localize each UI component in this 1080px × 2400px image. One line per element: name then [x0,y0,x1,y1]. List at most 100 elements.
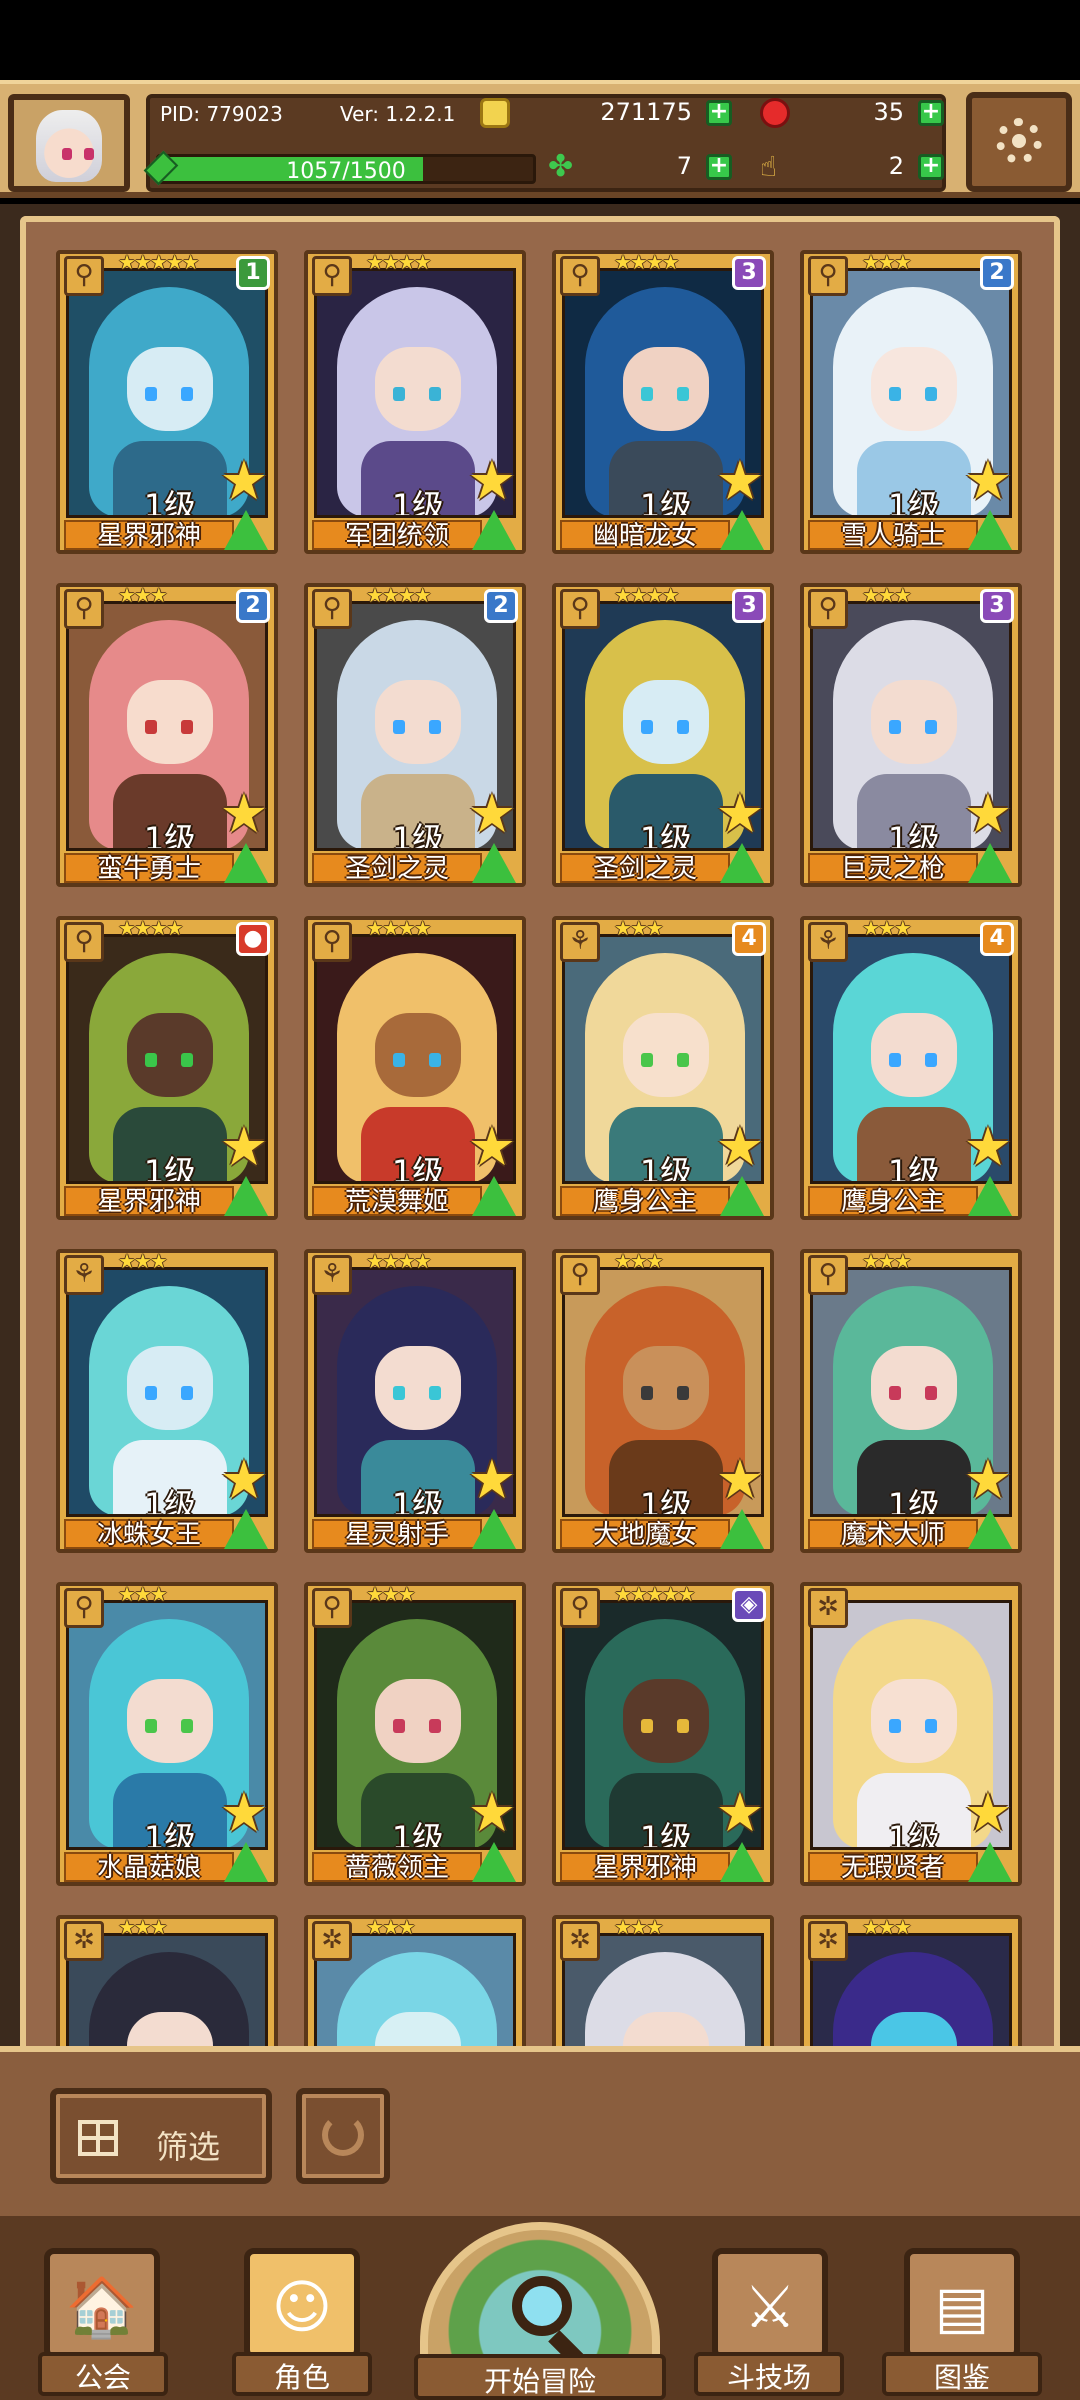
star-upgrade-icon[interactable]: ★ [962,454,1014,508]
hero-card[interactable]: 1级 ⚲ ★★★★ 3 ★ 幽暗龙女 [552,250,774,554]
level-up-arrow-icon[interactable] [968,1176,1012,1216]
level-up-arrow-icon[interactable] [472,1842,516,1882]
star-upgrade-icon[interactable]: ★ [466,1786,518,1840]
gem-value: 35 [873,98,904,126]
boost-value: 2 [888,152,904,180]
level-up-arrow-icon[interactable] [224,1509,268,1549]
hero-rank-badge: 2 [980,256,1014,290]
hero-rank-badge: 4 [980,922,1014,956]
hero-card[interactable]: 1级 ⚲ ★★★ 2 ★ 雪人骑士 [800,250,1022,554]
hero-stars: ★★★ [862,916,912,940]
hero-face [375,680,461,764]
level-up-arrow-icon[interactable] [472,843,516,883]
refresh-button[interactable] [296,2088,390,2184]
hero-card[interactable]: ✲ ★★★ [552,1915,774,2046]
star-upgrade-icon[interactable]: ★ [218,1120,270,1174]
level-up-arrow-icon[interactable] [224,843,268,883]
nav-start-adventure[interactable]: 开始冒险 [414,2222,666,2400]
hero-card[interactable]: 1级 ⚲ ★★★ ★ 大地魔女 [552,1249,774,1553]
hero-card[interactable]: 1级 ⚲ ★★★★ ★ 军团统领 [304,250,526,554]
hero-card[interactable]: 1级 ⚲ ★★★★ ★ 荒漠舞姬 [304,916,526,1220]
star-upgrade-icon[interactable]: ★ [962,1453,1014,1507]
star-upgrade-icon[interactable]: ★ [714,1453,766,1507]
hero-card[interactable]: 1级 ⚘ ★★★★ ★ 星灵射手 [304,1249,526,1553]
star-upgrade-icon[interactable]: ★ [218,787,270,841]
level-up-arrow-icon[interactable] [968,510,1012,550]
hero-face [871,1346,957,1430]
add-gold-button[interactable]: + [706,100,732,126]
hero-card[interactable]: 1级 ⚘ ★★★ 4 ★ 鹰身公主 [800,916,1022,1220]
hero-name-plate: 鹰身公主 [808,1186,978,1216]
gold-counter: 271175 + [480,94,736,132]
level-up-arrow-icon[interactable] [472,1176,516,1216]
hero-name-plate: 军团统领 [312,520,482,550]
star-upgrade-icon[interactable]: ★ [218,1786,270,1840]
hero-card[interactable]: 1级 ⚲ ★★★★ 3 ★ 圣剑之灵 [552,583,774,887]
hero-name: 星界邪神 [592,1853,697,1883]
level-up-arrow-icon[interactable] [720,1842,764,1882]
level-up-arrow-icon[interactable] [224,1842,268,1882]
player-avatar[interactable] [8,94,130,192]
hero-card[interactable]: ✲ ★★★ [800,1915,1022,2046]
hero-card[interactable]: 1级 ✲ ★ 无瑕贤者 [800,1582,1022,1886]
hero-eye [641,387,653,401]
level-up-arrow-icon[interactable] [720,1176,764,1216]
star-upgrade-icon[interactable]: ★ [466,1453,518,1507]
star-upgrade-icon[interactable]: ★ [218,454,270,508]
hero-name: 冰蛛女王 [96,1520,201,1550]
hero-card[interactable]: ✲ ★★★ [56,1915,278,2046]
add-clover-button[interactable]: + [706,154,732,180]
add-gems-button[interactable]: + [918,100,944,126]
hero-eye [393,720,405,734]
hero-card[interactable]: 1级 ⚲ ★★★★ ● ★ 星界邪神 [56,916,278,1220]
star-upgrade-icon[interactable]: ★ [466,787,518,841]
star-upgrade-icon[interactable]: ★ [714,1120,766,1174]
hero-name: 大地魔女 [592,1520,697,1550]
nav-characters-label: 角色 [273,2361,330,2394]
star-upgrade-icon[interactable]: ★ [714,787,766,841]
star-upgrade-icon[interactable]: ★ [218,1453,270,1507]
hero-card[interactable]: 1级 ⚲ ★★★ ★ 蔷薇领主 [304,1582,526,1886]
weapon-type-icon: ✲ [808,1921,848,1961]
hero-card[interactable]: 1级 ⚲ ★★★ ★ 水晶菇娘 [56,1582,278,1886]
hero-card[interactable]: 1级 ⚲ ★★★ ★ 魔术大师 [800,1249,1022,1553]
level-up-arrow-icon[interactable] [224,1176,268,1216]
nav-arena[interactable]: ⚔ 斗技场 [694,2248,844,2396]
level-up-arrow-icon[interactable] [968,843,1012,883]
level-up-arrow-icon[interactable] [472,1509,516,1549]
star-upgrade-icon[interactable]: ★ [962,1120,1014,1174]
hero-name: 荒漠舞姬 [344,1187,449,1217]
star-upgrade-icon[interactable]: ★ [466,454,518,508]
filter-button[interactable]: 筛选 [50,2088,272,2184]
hero-rank-badge: ◈ [732,1588,766,1622]
hero-card[interactable]: 1级 ⚲ ★★★ 2 ★ 蛮牛勇士 [56,583,278,887]
level-up-arrow-icon[interactable] [472,510,516,550]
hero-card[interactable]: ✲ ★★★ [304,1915,526,2046]
hero-card[interactable]: 1级 ⚲ ★★★★★ 1 ★ 星界邪神 [56,250,278,554]
nav-codex[interactable]: ▤ 图鉴 [882,2248,1042,2396]
settings-button[interactable] [966,92,1072,192]
weapon-type-icon: ⚲ [312,256,352,296]
star-upgrade-icon[interactable]: ★ [466,1120,518,1174]
add-boost-button[interactable]: + [918,154,944,180]
nav-characters[interactable]: ☺ 角色 [232,2248,372,2396]
hero-name-plate: 星界邪神 [560,1852,730,1882]
level-up-arrow-icon[interactable] [968,1509,1012,1549]
hero-card[interactable]: 1级 ⚲ ★★★ 3 ★ 巨灵之枪 [800,583,1022,887]
weapon-type-icon: ⚲ [560,1588,600,1628]
hero-card[interactable]: 1级 ⚘ ★★★ 4 ★ 鹰身公主 [552,916,774,1220]
level-up-arrow-icon[interactable] [720,843,764,883]
hero-card[interactable]: 1级 ⚘ ★★★ ★ 冰蛛女王 [56,1249,278,1553]
hero-card[interactable]: 1级 ⚲ ★★★★★ ◈ ★ 星界邪神 [552,1582,774,1886]
star-upgrade-icon[interactable]: ★ [962,1786,1014,1840]
nav-guild[interactable]: 🏠 公会 [38,2248,168,2396]
level-up-arrow-icon[interactable] [968,1842,1012,1882]
level-up-arrow-icon[interactable] [224,510,268,550]
level-up-arrow-icon[interactable] [720,1509,764,1549]
star-upgrade-icon[interactable]: ★ [714,454,766,508]
star-upgrade-icon[interactable]: ★ [714,1786,766,1840]
hero-card[interactable]: 1级 ⚲ ★★★★ 2 ★ 圣剑之灵 [304,583,526,887]
level-up-arrow-icon[interactable] [720,510,764,550]
bottom-navigation: 🏠 公会 ☺ 角色 开始冒险 ⚔ 斗技场 ▤ 图鉴 [0,2216,1080,2400]
star-upgrade-icon[interactable]: ★ [962,787,1014,841]
